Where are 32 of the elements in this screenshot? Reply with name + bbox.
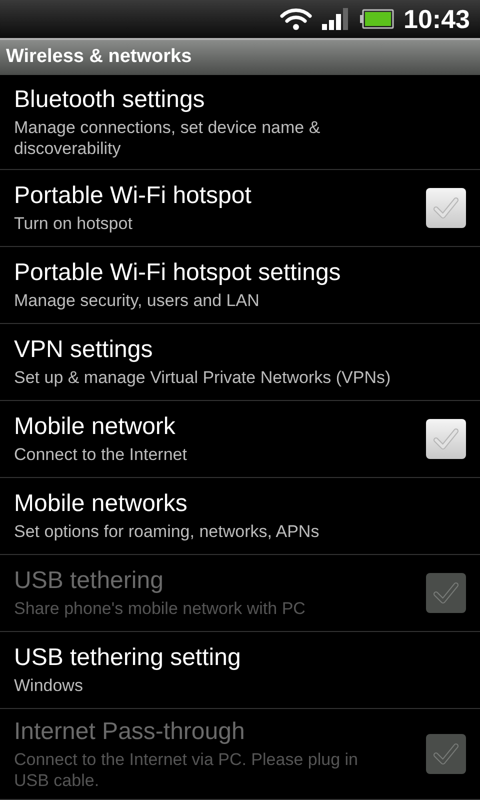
wifi-icon xyxy=(280,7,312,31)
item-title: Bluetooth settings xyxy=(14,86,206,114)
settings-item[interactable]: Portable Wi-Fi hotspot settings Manage security, users and LAN xyxy=(0,247,480,324)
item-title: Mobile network xyxy=(14,413,176,441)
checkbox[interactable] xyxy=(426,419,466,459)
item-title: Portable Wi-Fi hotspot settings xyxy=(14,259,342,287)
settings-item[interactable]: Bluetooth settings Manage connections, set device name & discoverability xyxy=(0,75,480,170)
item-summary: Manage connections, set device name & discoverability xyxy=(14,116,322,158)
settings-item[interactable]: Mobile networks Set options for roaming, networks, APNs xyxy=(0,478,480,555)
signal-icon xyxy=(322,8,350,30)
battery-icon xyxy=(360,9,394,29)
item-summary: Turn on hotspot xyxy=(14,213,134,234)
clock: 10:43 xyxy=(404,6,470,32)
item-summary: Connect to the Internet via PC. Please plug in USB cable. xyxy=(14,748,359,790)
item-summary: Share phone's mobile network with PC xyxy=(14,598,306,619)
item-summary: Windows xyxy=(14,675,84,696)
checkbox[interactable] xyxy=(426,188,466,228)
item-title: Mobile networks xyxy=(14,490,188,518)
item-summary: Set options for roaming, networks, APNs xyxy=(14,521,320,542)
item-title: USB tethering xyxy=(14,567,164,595)
settings-item[interactable]: Portable Wi-Fi hotspot Turn on hotspot xyxy=(0,170,480,247)
settings-item[interactable]: Mobile network Connect to the Internet xyxy=(0,401,480,478)
item-title: VPN settings xyxy=(14,336,154,364)
section-header: Wireless & networks xyxy=(0,38,480,75)
item-title: Portable Wi-Fi hotspot xyxy=(14,182,252,210)
item-title: USB tethering setting xyxy=(14,644,242,672)
item-summary: Set up & manage Virtual Private Networks (VPNs) xyxy=(14,367,392,388)
item-summary: Manage security, users and LAN xyxy=(14,290,260,311)
settings-item[interactable]: USB tethering setting Windows xyxy=(0,632,480,709)
item-summary: Connect to the Internet xyxy=(14,444,188,465)
settings-item[interactable]: VPN settings Set up & manage Virtual Private Networks (VPNs) xyxy=(0,324,480,401)
item-title: Internet Pass-through xyxy=(14,718,246,746)
